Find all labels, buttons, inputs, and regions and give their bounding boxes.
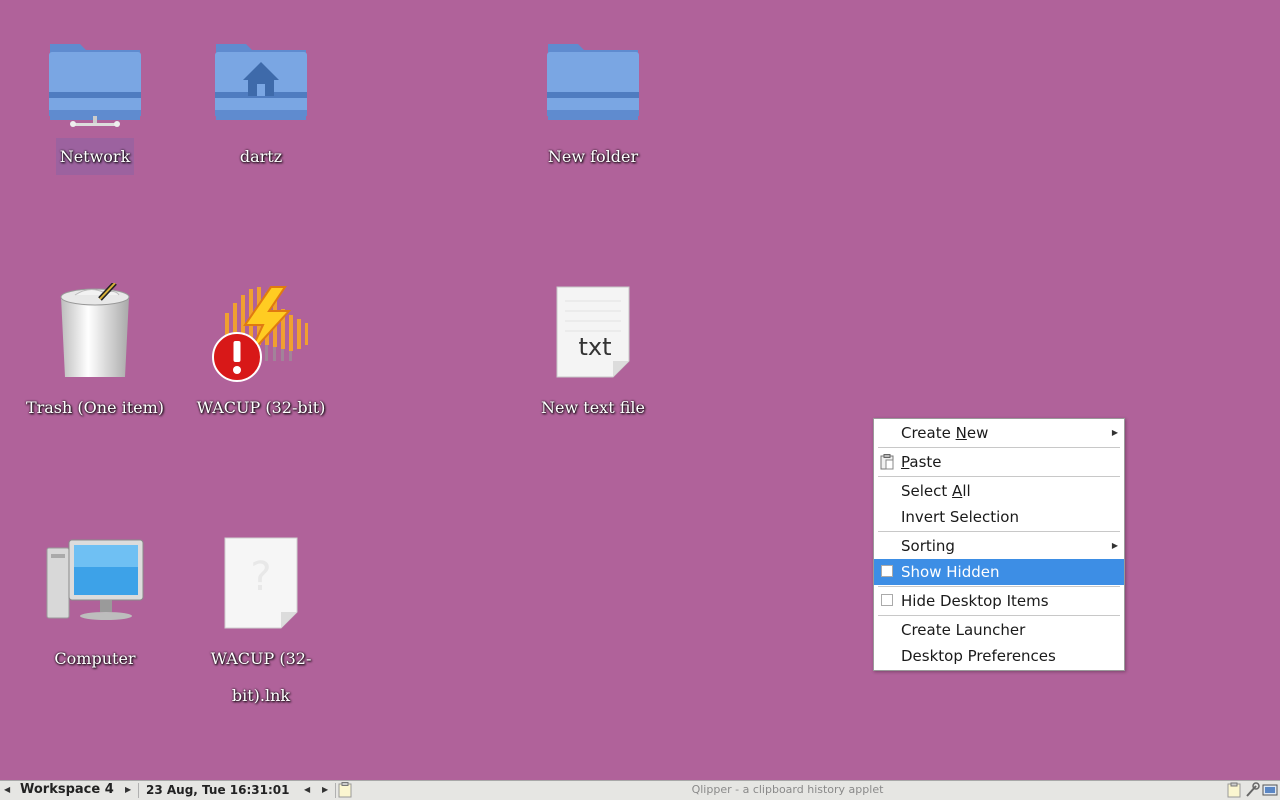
menu-item-hide-desktop-items[interactable]: Hide Desktop Items bbox=[874, 588, 1124, 614]
desktop-icon-label: dartz bbox=[239, 147, 283, 166]
desktop-icon-label: New text file bbox=[541, 398, 645, 417]
menu-separator bbox=[878, 531, 1120, 532]
menu-item-sorting[interactable]: Sorting ▶ bbox=[874, 533, 1124, 559]
folder-icon bbox=[547, 44, 639, 120]
show-desktop-icon[interactable] bbox=[1262, 782, 1278, 798]
workspace-label: Workspace 4 bbox=[20, 782, 114, 797]
menu-item-create-new[interactable]: Create New ▶ bbox=[874, 420, 1124, 446]
desktop-icon-home[interactable]: dartz bbox=[186, 32, 336, 175]
menu-item-label: Invert Selection bbox=[901, 508, 1019, 526]
menu-item-label: Create bbox=[901, 424, 956, 442]
menu-item-mnemonic: N bbox=[955, 424, 967, 442]
desktop-icon-label: New folder bbox=[547, 147, 639, 166]
menu-item-select-all[interactable]: Select All bbox=[874, 478, 1124, 504]
menu-item-desktop-preferences[interactable]: Desktop Preferences bbox=[874, 643, 1124, 669]
menu-item-label: aste bbox=[909, 453, 942, 471]
desktop-icon-network[interactable]: Network bbox=[20, 32, 170, 175]
desktop-icon-wacup-lnk[interactable]: ? WACUP (32-bit).lnk bbox=[186, 534, 336, 714]
submenu-arrow-icon: ▶ bbox=[1111, 428, 1118, 437]
menu-item-show-hidden[interactable]: Show Hidden bbox=[874, 559, 1124, 585]
clock-text: 23 Aug, Tue 16:31:01 bbox=[146, 783, 290, 797]
menu-item-label: Sorting bbox=[901, 537, 955, 555]
desktop-icon-trash[interactable]: Trash (One item) bbox=[20, 283, 170, 426]
svg-text:txt: txt bbox=[578, 333, 611, 361]
desktop-icon-label: Computer bbox=[54, 649, 136, 668]
menu-separator bbox=[878, 586, 1120, 587]
paste-icon bbox=[880, 454, 894, 470]
task-tooltip: Qlipper - a clipboard history applet bbox=[691, 783, 884, 796]
desktop-icon-new-text-file[interactable]: txt New text file bbox=[518, 283, 668, 426]
system-tray bbox=[1220, 781, 1280, 800]
next-arrow-icon[interactable]: ▶ bbox=[322, 781, 328, 799]
network-folder-icon bbox=[49, 44, 141, 127]
menu-item-paste[interactable]: Paste bbox=[874, 449, 1124, 475]
desktop-icon-label: Network bbox=[55, 138, 135, 175]
text-file-icon: txt bbox=[556, 286, 630, 378]
computer-icon bbox=[46, 539, 144, 620]
menu-separator bbox=[878, 476, 1120, 477]
menu-item-mnemonic: A bbox=[952, 482, 963, 500]
clipboard-tray-icon[interactable] bbox=[1226, 782, 1242, 798]
menu-item-invert-selection[interactable]: Invert Selection bbox=[874, 504, 1124, 530]
desktop-icon-new-folder[interactable]: New folder bbox=[518, 32, 668, 175]
home-folder-icon bbox=[215, 44, 307, 120]
checkbox-show-hidden[interactable] bbox=[881, 565, 893, 577]
submenu-arrow-icon: ▶ bbox=[1111, 541, 1118, 550]
trash-full-icon bbox=[60, 283, 130, 377]
menu-item-label: Create Launcher bbox=[901, 621, 1026, 639]
desktop-icon-wacup[interactable]: WACUP (32-bit) bbox=[186, 283, 336, 426]
desktop-context-menu: Create New ▶ Paste Select All Invert Sel… bbox=[873, 418, 1125, 671]
menu-item-label: Desktop Preferences bbox=[901, 647, 1056, 665]
svg-text:?: ? bbox=[250, 554, 271, 600]
taskbar-task-area[interactable]: Qlipper - a clipboard history applet bbox=[360, 781, 1215, 800]
taskbar-separator bbox=[138, 783, 139, 798]
next-workspace-icon[interactable]: ▶ bbox=[125, 781, 131, 799]
menu-item-label: Hide Desktop Items bbox=[901, 592, 1049, 610]
prev-workspace-icon[interactable]: ◀ bbox=[4, 781, 10, 799]
clipboard-applet-icon[interactable] bbox=[338, 782, 352, 798]
menu-item-create-launcher[interactable]: Create Launcher bbox=[874, 617, 1124, 643]
tools-tray-icon[interactable] bbox=[1244, 782, 1260, 798]
menu-item-label: Show Hidden bbox=[901, 563, 1000, 581]
wacup-broken-icon bbox=[212, 286, 308, 382]
menu-item-label: ew bbox=[966, 424, 989, 442]
clock[interactable]: 23 Aug, Tue 16:31:01 ◀ ▶ bbox=[140, 781, 335, 800]
taskbar: ◀ Workspace 4 ▶ 23 Aug, Tue 16:31:01 ◀ ▶… bbox=[0, 780, 1280, 800]
desktop-icon-label: WACUP (32-bit) bbox=[196, 398, 326, 417]
desktop-icon-label: Trash (One item) bbox=[25, 398, 165, 417]
menu-separator bbox=[878, 615, 1120, 616]
prev-arrow-icon[interactable]: ◀ bbox=[304, 781, 310, 799]
menu-item-label: ll bbox=[962, 482, 971, 500]
checkbox-hide-desktop-items[interactable] bbox=[881, 594, 893, 606]
desktop-icon-computer[interactable]: Computer bbox=[20, 534, 170, 677]
menu-item-label: Select bbox=[901, 482, 953, 500]
unknown-file-icon: ? bbox=[224, 537, 298, 629]
desktop-icon-label: WACUP (32-bit).lnk bbox=[210, 649, 312, 705]
taskbar-separator bbox=[335, 783, 336, 798]
menu-separator bbox=[878, 447, 1120, 448]
workspace-switcher[interactable]: ◀ Workspace 4 ▶ bbox=[0, 781, 136, 800]
